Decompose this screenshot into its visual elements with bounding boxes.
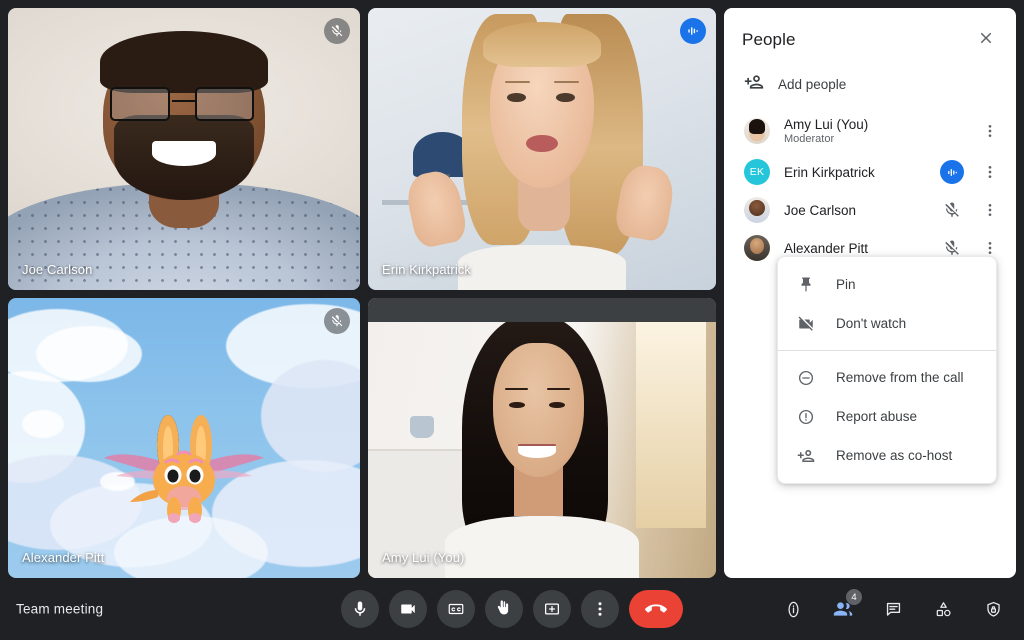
avatar xyxy=(744,197,770,223)
participant-role: Moderator xyxy=(784,132,926,146)
present-button[interactable] xyxy=(533,590,571,628)
chat-icon xyxy=(884,600,903,619)
activities-button[interactable] xyxy=(926,592,960,626)
participant-name-label: Alexander Pitt xyxy=(22,550,104,565)
avatar xyxy=(744,118,770,144)
shield-lock-icon xyxy=(984,600,1003,619)
participant-more-button[interactable] xyxy=(978,160,1002,184)
menu-item-label: Pin xyxy=(836,277,856,292)
closed-caption-icon xyxy=(447,600,465,618)
pin-icon xyxy=(796,276,816,294)
video-grid: Joe Carlson xyxy=(8,8,716,578)
participant-name-label: Erin Kirkpatrick xyxy=(382,262,471,277)
more-options-button[interactable] xyxy=(581,590,619,628)
avatar xyxy=(744,235,770,261)
menu-item-report-abuse[interactable]: Report abuse xyxy=(778,397,996,436)
mic-icon xyxy=(351,600,369,618)
video-tile-joe-carlson[interactable]: Joe Carlson xyxy=(8,8,360,290)
video-tile-erin-kirkpatrick[interactable]: Erin Kirkpatrick xyxy=(368,8,716,290)
call-end-icon xyxy=(645,598,667,620)
camera-button[interactable] xyxy=(389,590,427,628)
participant-name-label: Amy Lui (You) xyxy=(382,550,464,565)
participant-row-erin-kirkpatrick[interactable]: EK Erin Kirkpatrick xyxy=(724,153,1016,191)
menu-item-pin[interactable]: Pin xyxy=(778,265,996,304)
host-controls-button[interactable] xyxy=(976,592,1010,626)
add-people-label: Add people xyxy=(778,77,846,92)
leave-call-button[interactable] xyxy=(629,590,683,628)
activities-icon xyxy=(934,600,953,619)
microphone-button[interactable] xyxy=(341,590,379,628)
videocam-icon xyxy=(399,600,417,618)
speaking-icon xyxy=(940,160,964,184)
person-add-icon xyxy=(744,72,764,97)
participant-name: Amy Lui (You) xyxy=(784,117,926,132)
person-add-icon xyxy=(796,447,816,465)
more-vert-icon xyxy=(982,240,998,256)
participant-more-button[interactable] xyxy=(978,119,1002,143)
raise-hand-button[interactable] xyxy=(485,590,523,628)
mic-off-icon xyxy=(324,18,350,44)
participant-row-amy-lui[interactable]: Amy Lui (You) Moderator xyxy=(724,109,1016,153)
video-tile-amy-lui[interactable]: Amy Lui (You) xyxy=(368,298,716,578)
panel-header: People xyxy=(724,8,1016,60)
mic-off-icon xyxy=(940,198,964,222)
captions-button[interactable] xyxy=(437,590,475,628)
video-tile-alexander-pitt[interactable]: Alexander Pitt xyxy=(8,298,360,578)
participant-info: Joe Carlson xyxy=(784,203,926,218)
participant-info: Alexander Pitt xyxy=(784,241,926,256)
more-vert-icon xyxy=(982,164,998,180)
participant-list: Amy Lui (You) Moderator EK Erin Kirkpatr… xyxy=(724,107,1016,267)
bottom-toolbar: Team meeting xyxy=(0,578,1024,640)
hand-icon xyxy=(495,600,513,618)
video-feed xyxy=(368,298,716,578)
error-outline-icon xyxy=(796,408,816,426)
participant-info: Amy Lui (You) Moderator xyxy=(784,117,926,146)
participant-context-menu: Pin Don't watch Remove from the call xyxy=(777,256,997,484)
menu-item-remove-as-cohost[interactable]: Remove as co-host xyxy=(778,436,996,475)
participant-name: Alexander Pitt xyxy=(784,241,926,256)
close-icon xyxy=(977,29,995,52)
tile-top-bar xyxy=(368,298,716,322)
participant-info: Erin Kirkpatrick xyxy=(784,165,926,180)
info-icon xyxy=(784,600,803,619)
center-controls xyxy=(341,590,683,628)
close-panel-button[interactable] xyxy=(972,26,1000,54)
video-feed xyxy=(368,8,716,290)
participant-name: Erin Kirkpatrick xyxy=(784,165,926,180)
chat-button[interactable] xyxy=(876,592,910,626)
videocam-off-icon xyxy=(796,315,816,333)
participant-name-label: Joe Carlson xyxy=(22,262,92,277)
menu-item-label: Remove from the call xyxy=(836,370,964,385)
more-vert-icon xyxy=(591,600,609,618)
menu-item-label: Remove as co-host xyxy=(836,448,952,463)
more-vert-icon xyxy=(982,202,998,218)
meet-app: Joe Carlson xyxy=(0,0,1024,640)
more-vert-icon xyxy=(982,123,998,139)
present-screen-icon xyxy=(543,600,561,618)
meeting-title: Team meeting xyxy=(16,602,103,617)
add-people-button[interactable]: Add people xyxy=(724,60,1016,107)
meeting-details-button[interactable] xyxy=(776,592,810,626)
menu-separator xyxy=(778,350,996,351)
mic-status xyxy=(940,119,964,143)
menu-item-label: Report abuse xyxy=(836,409,917,424)
video-feed xyxy=(8,8,360,290)
people-button[interactable]: 4 xyxy=(826,592,860,626)
speaking-icon xyxy=(680,18,706,44)
remove-circle-icon xyxy=(796,369,816,387)
participant-more-button[interactable] xyxy=(978,198,1002,222)
avatar-animation xyxy=(8,298,360,578)
avatar: EK xyxy=(744,159,770,185)
right-controls: 4 xyxy=(776,592,1010,626)
menu-item-remove-from-call[interactable]: Remove from the call xyxy=(778,358,996,397)
menu-item-label: Don't watch xyxy=(836,316,906,331)
participant-name: Joe Carlson xyxy=(784,203,926,218)
participant-row-joe-carlson[interactable]: Joe Carlson xyxy=(724,191,1016,229)
menu-item-dont-watch[interactable]: Don't watch xyxy=(778,304,996,343)
mic-off-icon xyxy=(324,308,350,334)
page-title: People xyxy=(742,30,796,50)
participant-count-badge: 4 xyxy=(846,589,862,605)
